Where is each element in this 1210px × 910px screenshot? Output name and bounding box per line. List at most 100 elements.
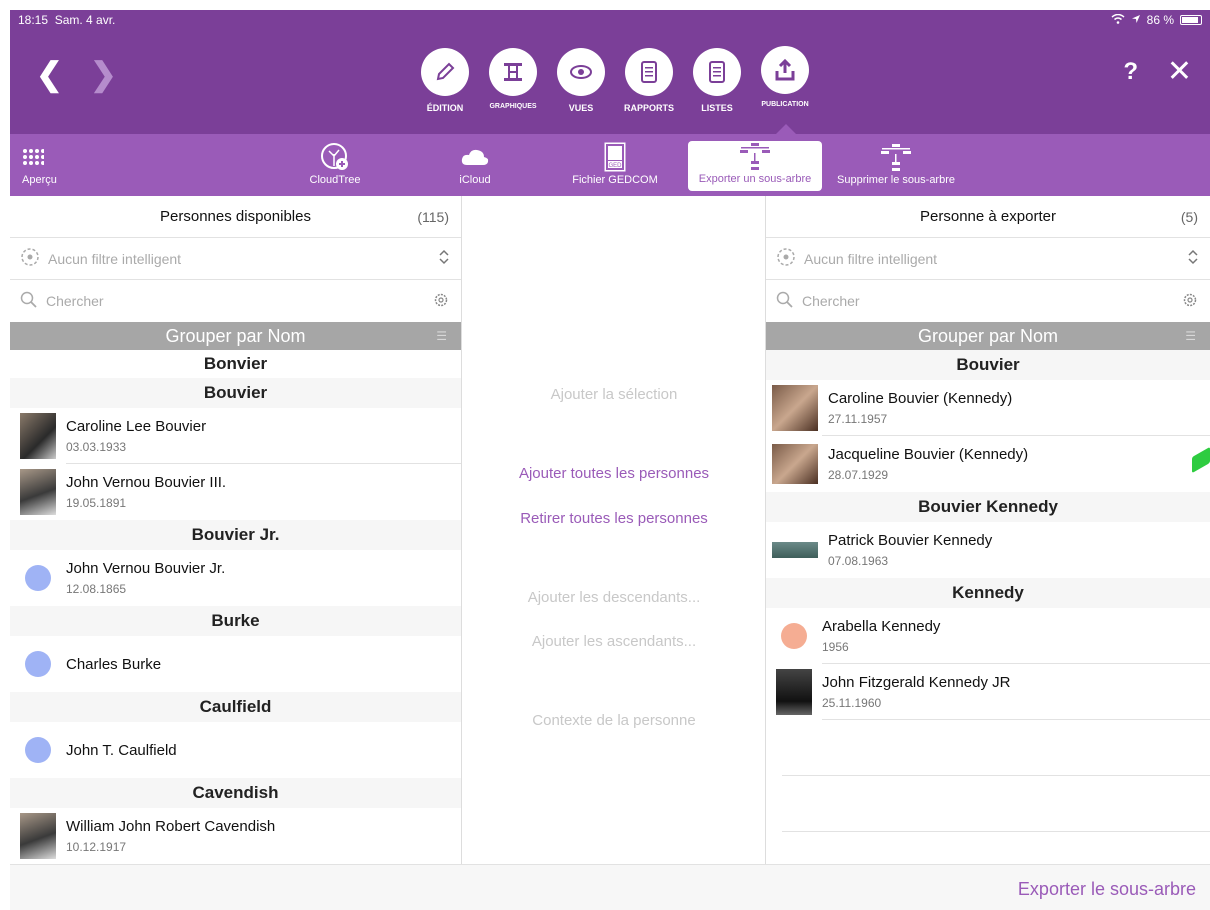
subbar-icloud-label: iCloud <box>459 174 491 186</box>
subbar-gedcom[interactable]: GED Fichier GEDCOM <box>568 142 662 186</box>
smart-filter-icon <box>20 247 40 270</box>
tool-graphiques[interactable]: GRAPHIQUES <box>482 48 544 110</box>
search-input[interactable]: Chercher <box>46 293 104 309</box>
subbar-gedcom-label: Fichier GEDCOM <box>572 174 658 186</box>
person-avatar-dot <box>25 651 51 677</box>
close-button[interactable]: ✕ <box>1167 54 1192 89</box>
person-photo <box>772 542 818 558</box>
status-bar: 18:15 Sam. 4 avr. <box>18 13 115 27</box>
list-item[interactable]: John Vernou Bouvier Jr. 12.08.1865 <box>10 550 461 606</box>
pencil-icon <box>421 48 469 96</box>
location-icon <box>1131 13 1141 27</box>
empty-row <box>782 720 1210 776</box>
updown-chevron-icon <box>1188 249 1198 268</box>
subbar-apercu[interactable]: Aperçu <box>22 142 82 186</box>
tool-publication[interactable]: PUBLICATION <box>754 46 816 108</box>
list-item[interactable]: John T. Caulfield <box>10 722 461 778</box>
group-by-bar[interactable]: Grouper par Nom ☰ <box>10 322 461 350</box>
bottom-bar: Exporter le sous-arbre <box>10 864 1210 910</box>
person-avatar-dot <box>781 623 807 649</box>
tool-publication-label: PUBLICATION <box>761 101 809 108</box>
subbar-delete-subtree[interactable]: Supprimer le sous-arbre <box>826 142 966 186</box>
status-date: Sam. 4 avr. <box>54 13 116 27</box>
group-by-label: Grouper par Nom <box>165 325 306 346</box>
list-item[interactable]: Caroline Bouvier (Kennedy) 27.11.1957 <box>766 380 1210 436</box>
add-ascendants-button[interactable]: Ajouter les ascendants... <box>462 633 765 650</box>
person-avatar-dot <box>25 737 51 763</box>
list-item[interactable]: Charles Burke <box>10 636 461 692</box>
forward-arrow-icon[interactable]: ❯ <box>90 58 117 90</box>
list-item[interactable]: John Vernou Bouvier III. 19.05.1891 <box>10 464 461 520</box>
gear-icon[interactable] <box>1182 292 1198 311</box>
person-context-button[interactable]: Contexte de la personne <box>462 712 765 729</box>
back-arrow-icon[interactable]: ❮ <box>36 58 63 90</box>
cloud-icon <box>450 142 500 172</box>
list-item[interactable]: Jacqueline Bouvier (Kennedy) 28.07.1929 <box>766 436 1210 492</box>
person-date: 1956 <box>822 640 849 654</box>
add-descendants-button[interactable]: Ajouter les descendants... <box>462 589 765 606</box>
tool-listes[interactable]: LISTES <box>686 48 748 113</box>
people-count: (115) <box>417 208 449 225</box>
subbar-export-subtree-label: Exporter un sous-arbre <box>698 173 812 185</box>
person-name: John Vernou Bouvier III. <box>66 474 227 491</box>
list-item[interactable]: William John Robert Cavendish 10.12.1917 <box>10 808 461 864</box>
person-name: Patrick Bouvier Kennedy <box>828 532 993 549</box>
person-date: 25.11.1960 <box>822 696 882 710</box>
search-input[interactable]: Chercher <box>802 293 860 309</box>
list-item[interactable]: Arabella Kennedy 1956 <box>766 608 1210 664</box>
person-photo <box>772 385 818 431</box>
tool-rapports[interactable]: RAPPORTS <box>618 48 680 113</box>
smart-filter-label: Aucun filtre intelligent <box>804 250 938 267</box>
list-item[interactable]: John Fitzgerald Kennedy JR 25.11.1960 <box>766 664 1210 720</box>
panel-title: Personne à exporter <box>920 208 1056 225</box>
person-name: Caroline Bouvier (Kennedy) <box>828 390 1013 407</box>
top-toolbar: 18:15 Sam. 4 avr. 86 % ❮ ❯ ÉDITION GRAPH… <box>10 10 1210 134</box>
smart-filter-icon <box>776 247 796 270</box>
tool-vues-label: VUES <box>568 103 594 113</box>
section-header: Bouvier <box>766 350 1210 380</box>
sort-icon: ☰ <box>1185 329 1196 343</box>
person-date: 12.08.1865 <box>66 582 127 596</box>
search-icon <box>20 291 38 312</box>
gear-icon[interactable] <box>433 292 449 311</box>
person-date: 28.07.1929 <box>828 468 889 482</box>
group-by-bar[interactable]: Grouper par Nom ☰ <box>766 322 1210 350</box>
person-date: 07.08.1963 <box>828 554 889 568</box>
person-photo <box>20 413 56 459</box>
subbar-cloudtree[interactable]: CloudTree <box>302 142 368 186</box>
subbar-export-subtree[interactable]: Exporter un sous-arbre <box>688 141 822 191</box>
person-date: 03.03.1933 <box>66 440 127 454</box>
section-header: Bonvier <box>10 350 461 378</box>
tool-vues[interactable]: VUES <box>550 48 612 113</box>
battery-percent: 86 % <box>1146 13 1174 27</box>
tool-edition[interactable]: ÉDITION <box>414 48 476 113</box>
app-window: 18:15 Sam. 4 avr. 86 % ❮ ❯ ÉDITION GRAPH… <box>0 0 1210 910</box>
add-selection-button[interactable]: Ajouter la sélection <box>462 386 765 403</box>
smart-filter-select[interactable]: Aucun filtre intelligent <box>766 238 1210 280</box>
section-header: Kennedy <box>766 578 1210 608</box>
section-header: Caulfield <box>10 692 461 722</box>
people-count: (5) <box>1180 208 1198 225</box>
search-row: Chercher <box>766 280 1210 322</box>
share-icon <box>761 46 809 94</box>
tool-graphiques-label: GRAPHIQUES <box>489 103 537 110</box>
export-subtree-button[interactable]: Exporter le sous-arbre <box>1018 879 1196 900</box>
list-icon <box>693 48 741 96</box>
list-item[interactable]: Caroline Lee Bouvier 03.03.1933 <box>10 408 461 464</box>
smart-filter-select[interactable]: Aucun filtre intelligent <box>10 238 461 280</box>
list-item[interactable]: Patrick Bouvier Kennedy 07.08.1963 <box>766 522 1210 578</box>
chart-icon <box>489 48 537 96</box>
remove-all-button[interactable]: Retirer toutes les personnes <box>462 510 765 527</box>
person-name: John T. Caulfield <box>66 741 177 759</box>
report-icon <box>625 48 673 96</box>
add-all-button[interactable]: Ajouter toutes les personnes <box>462 465 765 482</box>
available-people-panel: Personnes disponibles (115) Aucun filtre… <box>10 196 462 864</box>
actions-panel: Ajouter la sélection Ajouter toutes les … <box>462 196 766 864</box>
help-button[interactable]: ? <box>1123 58 1138 86</box>
group-by-label: Grouper par Nom <box>917 325 1059 346</box>
tool-rapports-label: RAPPORTS <box>623 103 674 113</box>
person-photo <box>772 444 818 484</box>
battery-icon <box>1180 15 1202 25</box>
subbar-icloud[interactable]: iCloud <box>450 142 500 186</box>
search-row: Chercher <box>10 280 461 322</box>
